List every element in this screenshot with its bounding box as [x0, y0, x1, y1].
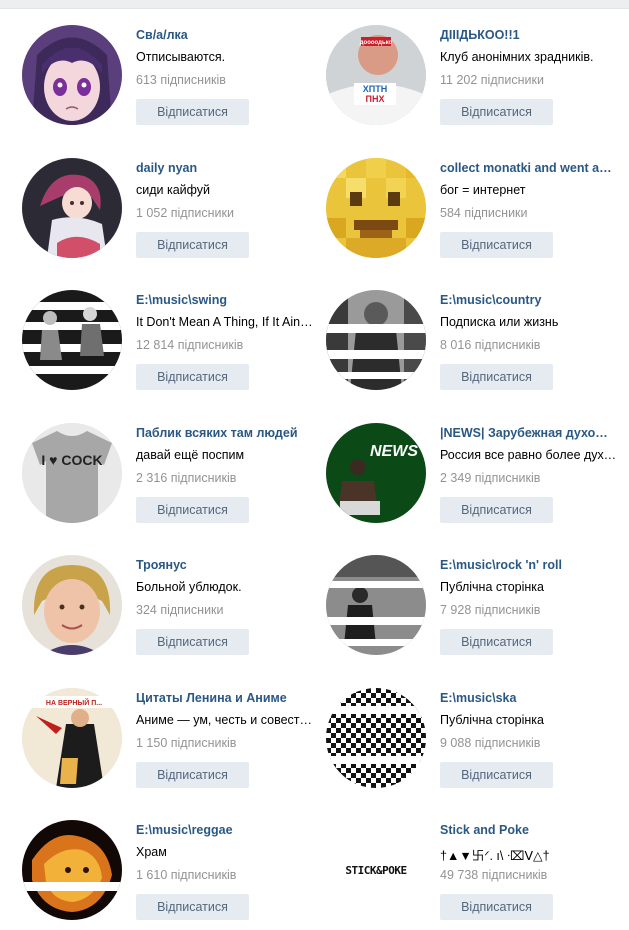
group-name[interactable]: collect monatki and went away	[440, 161, 615, 175]
unsubscribe-button[interactable]: Відписатися	[136, 762, 249, 788]
group-avatar[interactable]	[326, 290, 426, 390]
group-description: Подписка или жизнь	[440, 315, 559, 329]
group-subscribers: 1 610 підписників	[136, 868, 237, 882]
group-description: †▲▼卐ᐟ. ı\ ᐧ⌧ᐯ△†	[440, 849, 550, 863]
group-name[interactable]: |NEWS| Зарубежная духовность	[440, 426, 615, 440]
avatar-sign: NEWS	[370, 443, 418, 460]
group-name[interactable]: Св/а/лка	[136, 28, 311, 42]
group-avatar[interactable]	[326, 158, 426, 258]
group-subscribers: 2 316 підписників	[136, 471, 237, 485]
group-description: Публічна сторінка	[440, 580, 544, 594]
group-card: collect monatki and went away бог = инте…	[326, 158, 626, 268]
group-description: давай ещё поспим	[136, 448, 245, 462]
group-subscribers: 1 052 підписники	[136, 206, 234, 220]
group-subscribers: 2 349 підписників	[440, 471, 541, 485]
group-description: Клуб анонімних зрадників.	[440, 50, 594, 64]
group-description: бог = интернет	[440, 183, 526, 197]
group-avatar[interactable]	[22, 290, 122, 390]
group-avatar[interactable]	[22, 555, 122, 655]
avatar-sign: I ♥ COCK	[41, 452, 102, 468]
unsubscribe-button[interactable]: Відписатися	[440, 894, 553, 920]
group-card: NEWS |NEWS| Зарубежная духовность Россия…	[326, 423, 626, 533]
group-description: It Don't Mean A Thing, If It Ain't Got T…	[136, 315, 314, 329]
unsubscribe-button[interactable]: Відписатися	[136, 629, 249, 655]
group-name[interactable]: Цитаты Ленина и Аниме	[136, 691, 311, 705]
group-card: E:\music\country Подписка или жизнь 8 01…	[326, 290, 626, 400]
group-subscribers: 324 підписники	[136, 603, 224, 617]
group-card: доооодько ХПТН ПНХ ДІІІДЬКОО!!1 Клуб ано…	[326, 25, 626, 135]
avatar-sign: STICK&POKE	[345, 864, 406, 877]
group-subscribers: 11 202 підписники	[440, 73, 544, 87]
unsubscribe-button[interactable]: Відписатися	[136, 894, 249, 920]
unsubscribe-button[interactable]: Відписатися	[136, 497, 249, 523]
group-name[interactable]: E:\music\rock 'n' roll	[440, 558, 615, 572]
unsubscribe-button[interactable]: Відписатися	[440, 364, 553, 390]
group-card: I ♥ COCK Паблик всяких там людей давай е…	[22, 423, 322, 533]
group-description: Больной ублюдок.	[136, 580, 242, 594]
group-name[interactable]: E:\music\country	[440, 293, 615, 307]
group-name[interactable]: E:\music\swing	[136, 293, 311, 307]
group-card: E:\music\swing It Don't Mean A Thing, If…	[22, 290, 322, 400]
unsubscribe-button[interactable]: Відписатися	[136, 232, 249, 258]
group-description: Россия все равно более духовная	[440, 448, 618, 462]
group-subscribers: 7 928 підписників	[440, 603, 541, 617]
group-avatar[interactable]	[326, 688, 426, 788]
group-description: Публічна сторінка	[440, 713, 544, 727]
group-subscribers: 1 150 підписників	[136, 736, 237, 750]
group-subscribers: 9 088 підписників	[440, 736, 541, 750]
unsubscribe-button[interactable]: Відписатися	[440, 99, 553, 125]
group-card: E:\music\reggae Храм 1 610 підписників В…	[22, 820, 322, 930]
groups-grid: Св/а/лка Отписываются. 613 підписників В…	[0, 0, 629, 927]
unsubscribe-button[interactable]: Відписатися	[440, 629, 553, 655]
group-avatar[interactable]: STICK&POKE	[326, 820, 426, 920]
avatar-sign: НА ВЕРНЫЙ П...	[46, 698, 102, 707]
unsubscribe-button[interactable]: Відписатися	[136, 99, 249, 125]
group-avatar[interactable]: НА ВЕРНЫЙ П...	[22, 688, 122, 788]
group-subscribers: 584 підписники	[440, 206, 528, 220]
group-name[interactable]: Троянус	[136, 558, 311, 572]
group-description: Аниме — ум, честь и совесть нашей эпохи	[136, 713, 314, 727]
group-card: Троянус Больной ублюдок. 324 підписники …	[22, 555, 322, 665]
unsubscribe-button[interactable]: Відписатися	[440, 497, 553, 523]
group-card: daily nyan сиди кайфуй 1 052 підписники …	[22, 158, 322, 268]
group-avatar[interactable]	[22, 25, 122, 125]
unsubscribe-button[interactable]: Відписатися	[440, 762, 553, 788]
group-avatar[interactable]: доооодько ХПТН ПНХ	[326, 25, 426, 125]
group-description: сиди кайфуй	[136, 183, 211, 197]
group-name[interactable]: ДІІІДЬКОО!!1	[440, 28, 615, 42]
svg-text:ХПТН: ХПТН	[363, 84, 387, 94]
group-avatar[interactable]	[22, 820, 122, 920]
group-avatar[interactable]: I ♥ COCK	[22, 423, 122, 523]
group-subscribers: 613 підписників	[136, 73, 226, 87]
group-name[interactable]: daily nyan	[136, 161, 311, 175]
group-name[interactable]: Stick and Poke	[440, 823, 615, 837]
group-avatar[interactable]: NEWS	[326, 423, 426, 523]
group-subscribers: 12 814 підписників	[136, 338, 244, 352]
svg-text:ПНХ: ПНХ	[366, 94, 385, 104]
group-card: НА ВЕРНЫЙ П... Цитаты Ленина и Аниме Ани…	[22, 688, 322, 798]
group-avatar[interactable]	[22, 158, 122, 258]
group-card: E:\music\ska Публічна сторінка 9 088 під…	[326, 688, 626, 798]
unsubscribe-button[interactable]: Відписатися	[136, 364, 249, 390]
group-description: Отписываются.	[136, 50, 226, 64]
unsubscribe-button[interactable]: Відписатися	[440, 232, 553, 258]
group-subscribers: 8 016 підписників	[440, 338, 541, 352]
group-name[interactable]: Паблик всяких там людей	[136, 426, 311, 440]
group-name[interactable]: E:\music\reggae	[136, 823, 311, 837]
group-card: Св/а/лка Отписываются. 613 підписників В…	[22, 25, 322, 135]
avatar-sign: доооодько	[360, 40, 393, 46]
group-subscribers: 49 738 підписників	[440, 868, 548, 882]
group-name[interactable]: E:\music\ska	[440, 691, 615, 705]
group-avatar[interactable]	[326, 555, 426, 655]
group-card: STICK&POKE Stick and Poke †▲▼卐ᐟ. ı\ ᐧ⌧ᐯ△…	[326, 820, 626, 930]
group-card: E:\music\rock 'n' roll Публічна сторінка…	[326, 555, 626, 665]
group-description: Храм	[136, 845, 167, 859]
